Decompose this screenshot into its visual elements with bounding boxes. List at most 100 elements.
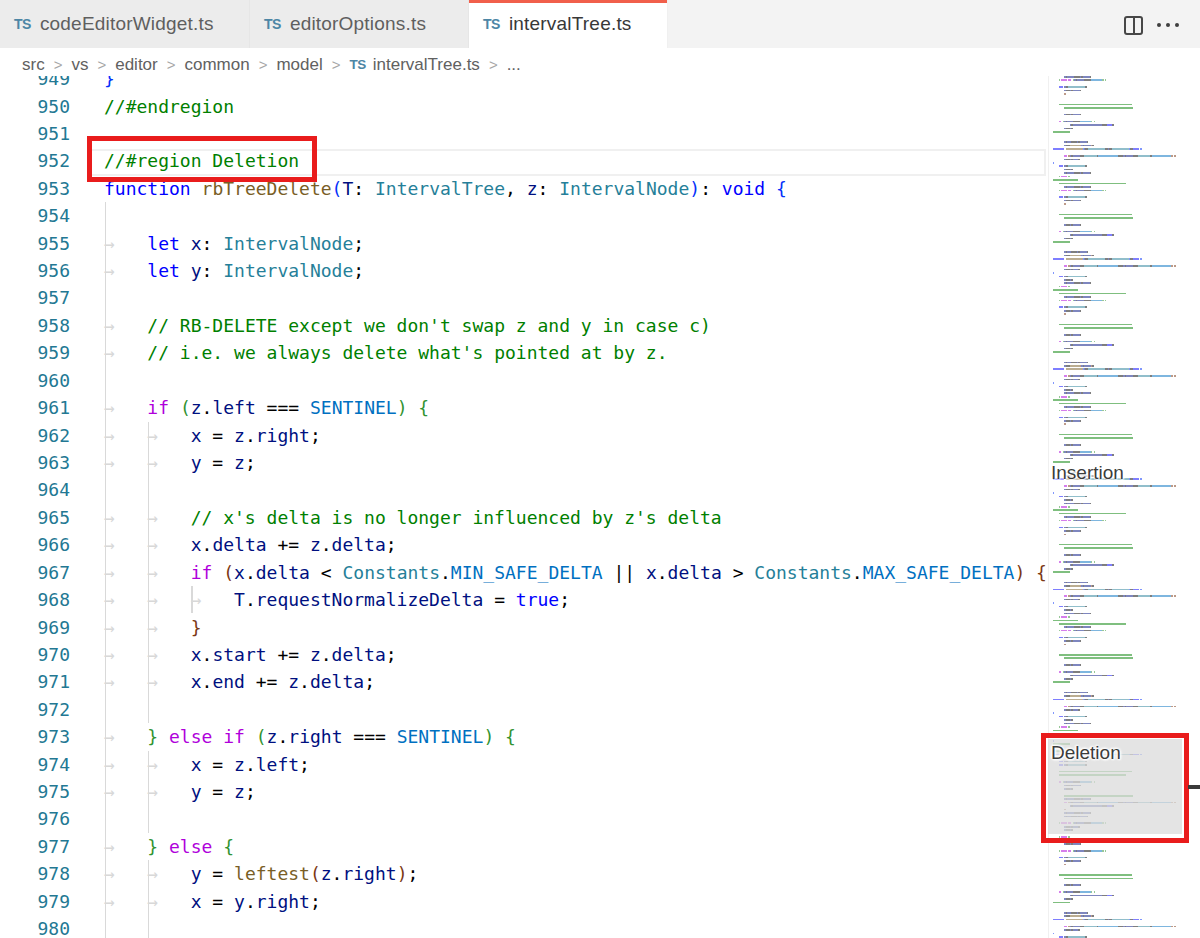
code-text: →→if (x.delta < Constants.MIN_SAFE_DELTA… [104,559,1047,586]
code-line-979[interactable]: 979 →→x = y.right; [0,888,1048,916]
code-line-954[interactable]: 954 [0,202,1048,230]
more-actions-icon[interactable] [1157,23,1161,27]
chevron-right-icon: > [167,56,176,73]
line-number[interactable]: 976 [0,805,70,832]
line-number[interactable]: 975 [0,778,70,805]
annotation-box-region-deletion [87,136,317,182]
breadcrumb-file[interactable]: TSintervalTree.ts [350,55,480,75]
code-editor[interactable]: 949}950//#endregion951952//#region Delet… [0,76,1048,938]
line-number[interactable]: 964 [0,476,70,503]
more-actions-dot[interactable] [1166,23,1170,27]
breadcrumb-editor[interactable]: editor [115,55,158,75]
line-number[interactable]: 972 [0,696,70,723]
code-text: →→x = y.right; [104,888,321,915]
line-number[interactable]: 979 [0,888,70,915]
code-text: →→→T.requestNormalizeDelta = true; [104,586,570,613]
line-number[interactable]: 958 [0,312,70,339]
code-line-980[interactable]: 980 [0,915,1048,938]
code-text: //#endregion [104,93,234,120]
code-line-964[interactable]: 964 [0,476,1048,504]
code-line-973[interactable]: 973→} else if (z.right === SENTINEL) { [0,723,1048,751]
code-text: →let x: IntervalNode; [104,230,364,257]
code-line-962[interactable]: 962 →→x = z.right; [0,422,1048,450]
code-line-976[interactable]: 976 [0,805,1048,833]
line-number[interactable]: 974 [0,751,70,778]
code-line-971[interactable]: 971→→x.end += z.delta; [0,668,1048,696]
tab-bar: TScodeEditorWidget.tsTSeditorOptions.tsT… [0,0,1200,48]
tab-codeEditorWidget.ts[interactable]: TScodeEditorWidget.ts [0,0,250,48]
minimap-section-insertion: Insertion [1051,462,1124,484]
tab-intervalTree.ts[interactable]: TSintervalTree.ts [469,0,668,48]
code-line-978[interactable]: 978→→y = leftest(z.right); [0,860,1048,888]
line-number[interactable]: 955 [0,230,70,257]
line-number[interactable]: 953 [0,175,70,202]
breadcrumb-vs[interactable]: vs [71,55,88,75]
chevron-right-icon: > [332,56,341,73]
chevron-right-icon: > [54,56,63,73]
code-line-974[interactable]: 974→→x = z.left; [0,751,1048,779]
code-line-977[interactable]: 977 →} else { [0,833,1048,861]
code-line-961[interactable]: 961 →if (z.left === SENTINEL) { [0,394,1048,422]
line-number[interactable]: 965 [0,504,70,531]
split-editor-icon[interactable] [1124,16,1143,35]
code-line-955[interactable]: 955 →let x: IntervalNode; [0,230,1048,258]
code-line-960[interactable]: 960 [0,367,1048,395]
more-actions-dot[interactable] [1175,23,1179,27]
code-line-968[interactable]: 968 →→→T.requestNormalizeDelta = true; [0,586,1048,614]
code-line-958[interactable]: 958→// RB-DELETE except we don't swap z … [0,312,1048,340]
line-number[interactable]: 980 [0,915,70,938]
line-number[interactable]: 961 [0,394,70,421]
code-line-959[interactable]: 959→// i.e. we always delete what's poin… [0,339,1048,367]
code-line-969[interactable]: 969→→} [0,614,1048,642]
line-number[interactable]: 971 [0,668,70,695]
breadcrumb-model[interactable]: model [276,55,322,75]
line-number[interactable]: 969 [0,614,70,641]
indent-guide [148,422,150,724]
code-text: →→y = z; [104,449,256,476]
breadcrumb-common[interactable]: common [185,55,250,75]
line-number[interactable]: 954 [0,202,70,229]
indent-guide [148,751,150,833]
line-number[interactable]: 966 [0,531,70,558]
line-number[interactable]: 963 [0,449,70,476]
tab-editorOptions.ts[interactable]: TSeditorOptions.ts [250,0,469,48]
code-line-975[interactable]: 975 →→y = z; [0,778,1048,806]
code-line-970[interactable]: 970→→x.start += z.delta; [0,641,1048,669]
line-number[interactable]: 973 [0,723,70,750]
ts-file-icon: TS [483,16,500,32]
line-number[interactable]: 970 [0,641,70,668]
line-number[interactable]: 957 [0,284,70,311]
line-number[interactable]: 949 [0,76,70,93]
line-number[interactable]: 977 [0,833,70,860]
code-line-965[interactable]: 965 →→// x's delta is no longer influence… [0,504,1048,532]
code-line-950[interactable]: 950 //#endregion [0,93,1048,121]
code-line-972[interactable]: 972 [0,696,1048,724]
code-text: →→// x's delta is no longer influenced b… [104,504,722,531]
line-number[interactable]: 968 [0,586,70,613]
code-line-949[interactable]: 949} [0,76,1048,93]
line-number[interactable]: 950 [0,93,70,120]
code-text: →if (z.left === SENTINEL) { [104,394,429,421]
breadcrumb-overflow[interactable]: ... [507,55,521,75]
code-line-956[interactable]: 956→let y: IntervalNode; [0,257,1048,285]
line-number[interactable]: 956 [0,257,70,284]
chevron-right-icon: > [489,56,498,73]
code-line-963[interactable]: 963 →→y = z; [0,449,1048,477]
line-number[interactable]: 952 [0,147,70,174]
line-number[interactable]: 978 [0,860,70,887]
line-number[interactable]: 960 [0,367,70,394]
code-line-957[interactable]: 957 [0,284,1048,312]
code-text: →→y = z; [104,778,256,805]
code-line-966[interactable]: 966→→x.delta += z.delta; [0,531,1048,559]
code-text: →} else { [104,833,234,860]
breadcrumb-src[interactable]: src [22,55,45,75]
code-line-967[interactable]: 967 →→if (x.delta < Constants.MIN_SAFE_DE… [0,559,1048,587]
line-number[interactable]: 967 [0,559,70,586]
line-number[interactable]: 962 [0,422,70,449]
ts-file-icon: TS [350,57,366,72]
ts-file-icon: TS [264,16,281,32]
code-text: →→x = z.right; [104,422,321,449]
line-number[interactable]: 951 [0,120,70,147]
line-number[interactable]: 959 [0,339,70,366]
indent-guide [148,860,150,938]
